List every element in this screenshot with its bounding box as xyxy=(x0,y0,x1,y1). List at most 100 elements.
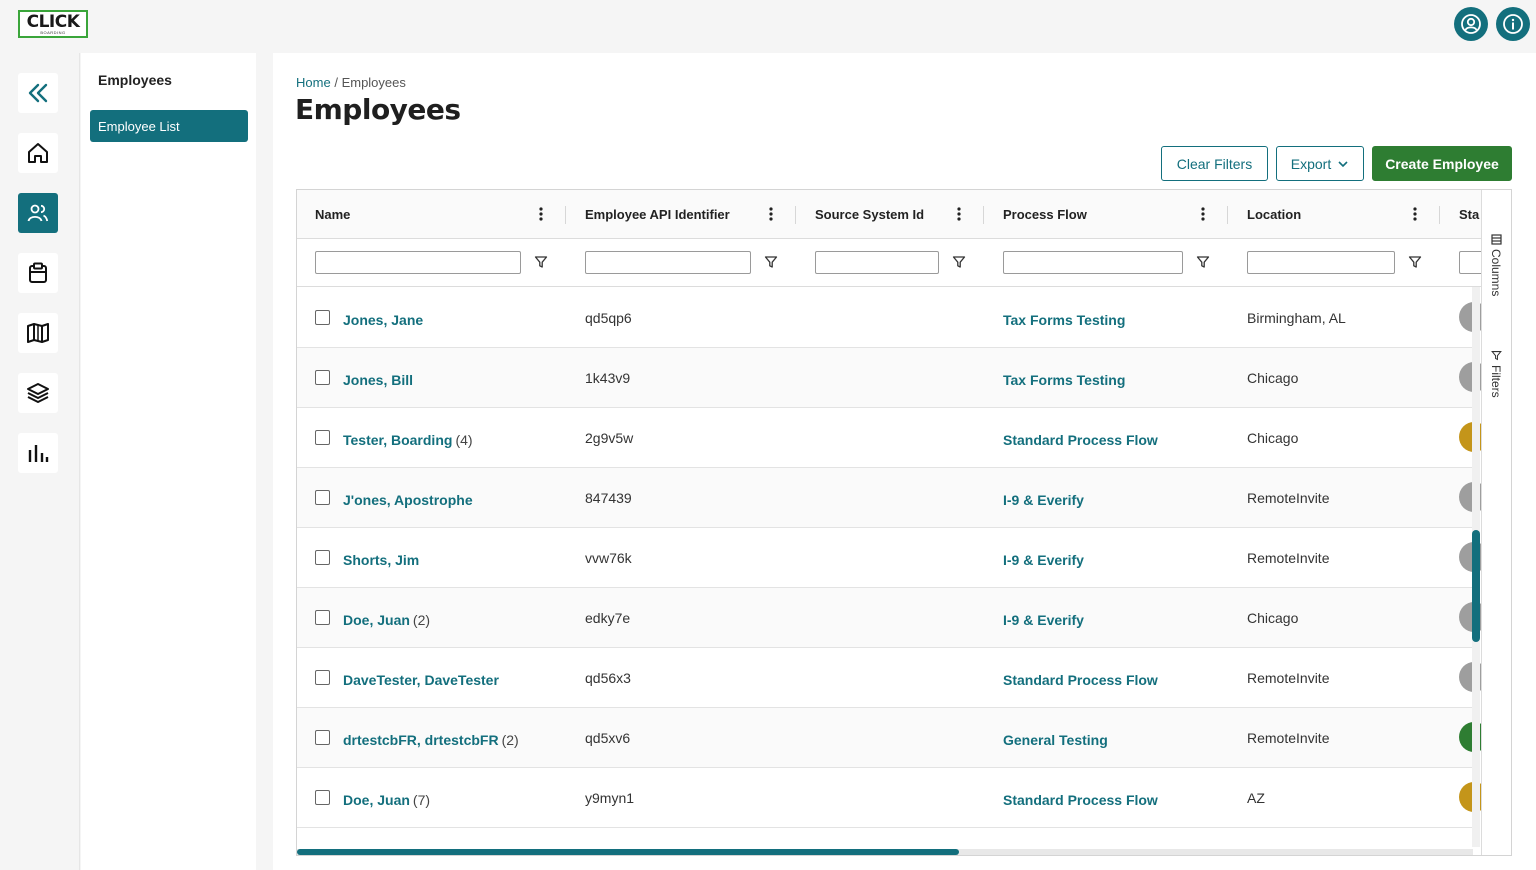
table-row[interactable]: Doe, Juan (2) edky7e I-9 & Everify Chicago xyxy=(297,588,1489,648)
process-flow-link[interactable]: Tax Forms Testing xyxy=(1003,372,1125,388)
column-header-location[interactable]: Location xyxy=(1247,190,1301,239)
process-flow-link[interactable]: Tax Forms Testing xyxy=(1003,312,1125,328)
employee-name[interactable]: Shorts, Jim xyxy=(343,552,419,568)
column-separator[interactable] xyxy=(1227,206,1228,224)
employee-name-link[interactable]: Doe, Juan (7) xyxy=(343,792,430,808)
employee-api-identifier: vvw76k xyxy=(585,550,632,566)
layers-icon[interactable] xyxy=(18,373,58,413)
column-menu-icon[interactable] xyxy=(764,206,778,222)
employee-record-count: (4) xyxy=(455,432,473,448)
filter-icon[interactable] xyxy=(534,255,548,269)
table-row[interactable]: Jones, Jane qd5qp6 Tax Forms Testing Birmin… xyxy=(297,288,1489,348)
info-icon[interactable] xyxy=(1496,7,1530,41)
collapse-icon[interactable] xyxy=(18,73,58,113)
table-row[interactable]: Tester, Boarding (4) 2g9v5w Standard Proces… xyxy=(297,408,1489,468)
filter-icon[interactable] xyxy=(1408,255,1422,269)
columns-tab[interactable]: Columns xyxy=(1489,234,1503,296)
row-checkbox[interactable] xyxy=(315,730,330,745)
employee-name[interactable]: J'ones, Apostrophe xyxy=(343,492,473,508)
employee-name-link[interactable]: J'ones, Apostrophe xyxy=(343,492,476,508)
location-filter-input[interactable] xyxy=(1247,251,1395,274)
breadcrumb-home[interactable]: Home xyxy=(296,75,331,90)
filter-icon[interactable] xyxy=(1196,255,1210,269)
employee-name[interactable]: Jones, Bill xyxy=(343,372,413,388)
table-row[interactable]: Jones, Bill 1k43v9 Tax Forms Testing Chicag… xyxy=(297,348,1489,408)
clipboard-icon[interactable] xyxy=(18,253,58,293)
process-flow-link[interactable]: I-9 & Everify xyxy=(1003,492,1084,508)
process-flow-filter-input[interactable] xyxy=(1003,251,1183,274)
column-menu-icon[interactable] xyxy=(1408,206,1422,222)
process-flow-link[interactable]: I-9 & Everify xyxy=(1003,552,1084,568)
table-row[interactable]: Doe, Juan (7) y9myn1 Standard Process Flow A… xyxy=(297,768,1489,828)
process-flow-link[interactable]: I-9 & Everify xyxy=(1003,612,1084,628)
page-title: Employees xyxy=(295,93,461,126)
horizontal-scrollbar-thumb[interactable] xyxy=(297,849,959,855)
column-separator[interactable] xyxy=(565,206,566,224)
column-header-status[interactable]: Sta xyxy=(1459,190,1479,239)
employee-name[interactable]: Tester, Boarding xyxy=(343,432,452,448)
vertical-scrollbar-thumb[interactable] xyxy=(1472,530,1480,642)
employee-name[interactable]: Doe, Juan xyxy=(343,612,410,628)
users-icon[interactable] xyxy=(18,193,58,233)
source-system-filter-input[interactable] xyxy=(815,251,939,274)
column-header-process-flow[interactable]: Process Flow xyxy=(1003,190,1087,239)
column-separator[interactable] xyxy=(1439,206,1440,224)
filter-icon[interactable] xyxy=(764,255,778,269)
subnav-item-employee-list[interactable]: Employee List xyxy=(90,110,248,142)
employee-name-link[interactable]: DaveTester, DaveTester xyxy=(343,672,502,688)
filters-tab[interactable]: Filters xyxy=(1489,350,1503,398)
employee-name-link[interactable]: drtestcbFR, drtestcbFR (2) xyxy=(343,732,519,748)
horizontal-scrollbar[interactable] xyxy=(297,849,1473,855)
api-identifier-filter-input[interactable] xyxy=(585,251,751,274)
bar-chart-icon[interactable] xyxy=(18,433,58,473)
filter-icon[interactable] xyxy=(952,255,966,269)
row-checkbox[interactable] xyxy=(315,670,330,685)
app-logo[interactable]: CLICK BOARDING xyxy=(18,10,88,38)
employee-name[interactable]: drtestcbFR, drtestcbFR xyxy=(343,732,499,748)
vertical-scrollbar[interactable] xyxy=(1472,287,1480,847)
create-employee-button[interactable]: Create Employee xyxy=(1372,146,1512,181)
process-flow-link[interactable]: Standard Process Flow xyxy=(1003,672,1158,688)
employee-name-link[interactable]: Jones, Bill xyxy=(343,372,416,388)
column-header-source-system-id[interactable]: Source System Id xyxy=(815,190,924,239)
home-icon[interactable] xyxy=(18,133,58,173)
table-row[interactable]: drtestcbFR, drtestcbFR (2) qd5xv6 General T… xyxy=(297,708,1489,768)
process-flow-link[interactable]: Standard Process Flow xyxy=(1003,432,1158,448)
clear-filters-button[interactable]: Clear Filters xyxy=(1161,146,1268,181)
column-separator[interactable] xyxy=(795,206,796,224)
employee-location: RemoteInvite xyxy=(1247,730,1330,746)
map-icon[interactable] xyxy=(18,313,58,353)
column-menu-icon[interactable] xyxy=(534,206,548,222)
table-row[interactable]: J'ones, Apostrophe 847439 I-9 & Everify Rem… xyxy=(297,468,1489,528)
employee-name-link[interactable]: Tester, Boarding (4) xyxy=(343,432,473,448)
column-header-api-identifier[interactable]: Employee API Identifier xyxy=(585,190,730,239)
table-row[interactable]: DaveTester, DaveTester qd56x3 Standard Pro… xyxy=(297,648,1489,708)
column-header-name[interactable]: Name xyxy=(315,190,350,239)
column-menu-icon[interactable] xyxy=(1196,206,1210,222)
row-checkbox[interactable] xyxy=(315,610,330,625)
row-checkbox[interactable] xyxy=(315,790,330,805)
name-filter-input[interactable] xyxy=(315,251,521,274)
employee-name[interactable]: DaveTester, DaveTester xyxy=(343,672,499,688)
row-checkbox[interactable] xyxy=(315,430,330,445)
row-checkbox[interactable] xyxy=(315,370,330,385)
column-separator[interactable] xyxy=(983,206,984,224)
employee-name[interactable]: Doe, Juan xyxy=(343,792,410,808)
row-checkbox[interactable] xyxy=(315,310,330,325)
row-checkbox[interactable] xyxy=(315,490,330,505)
employee-name-link[interactable]: Shorts, Jim xyxy=(343,552,422,568)
process-flow-link[interactable]: Standard Process Flow xyxy=(1003,792,1158,808)
employee-api-identifier: 847439 xyxy=(585,490,632,506)
employee-api-identifier: qd5xv6 xyxy=(585,730,631,746)
process-flow-link[interactable]: General Testing xyxy=(1003,732,1108,748)
column-menu-icon[interactable] xyxy=(952,206,966,222)
export-button[interactable]: Export xyxy=(1276,146,1364,181)
user-icon[interactable] xyxy=(1454,7,1488,41)
row-checkbox[interactable] xyxy=(315,550,330,565)
table-row[interactable]: Shorts, Jim vvw76k I-9 & Everify RemoteInvi… xyxy=(297,528,1489,588)
employee-name-link[interactable]: Jones, Jane xyxy=(343,312,426,328)
create-employee-label: Create Employee xyxy=(1385,155,1499,172)
employee-name-link[interactable]: Doe, Juan (2) xyxy=(343,612,430,628)
breadcrumb-current: Employees xyxy=(341,75,406,90)
employee-name[interactable]: Jones, Jane xyxy=(343,312,423,328)
